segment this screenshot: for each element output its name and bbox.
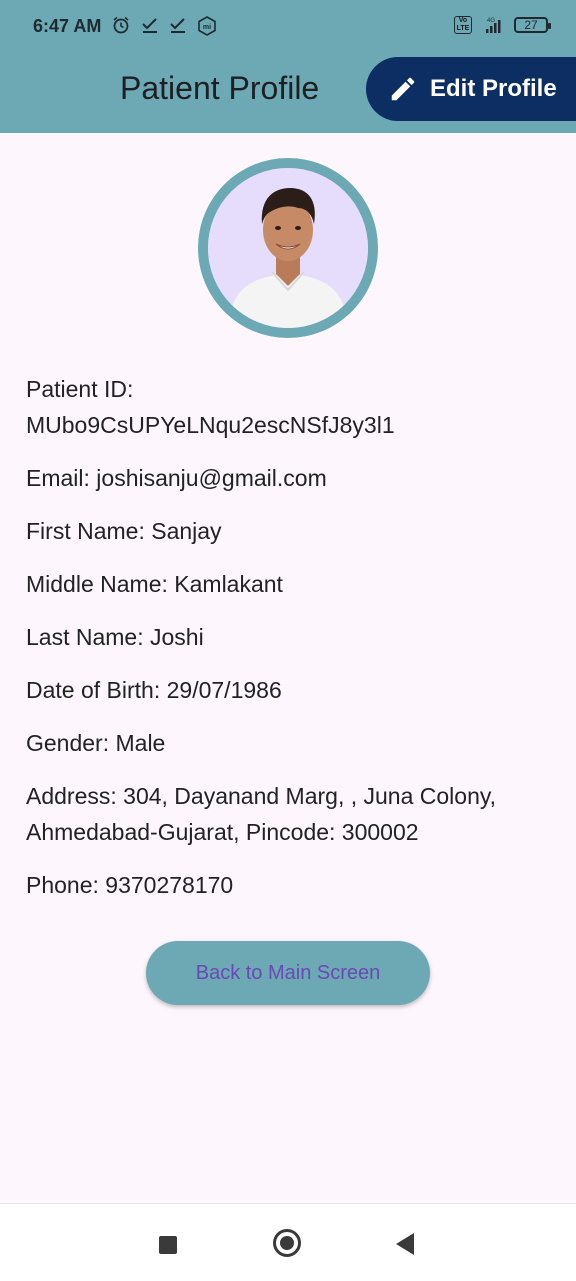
pencil-icon [391, 77, 415, 101]
phone-field: Phone: 9370278170 [26, 872, 234, 898]
email-field: Email: joshisanju@gmail.com [26, 465, 327, 491]
page-title: Patient Profile [120, 70, 320, 106]
home-icon[interactable] [273, 1229, 301, 1257]
profile-photo [208, 168, 368, 328]
patient-id-label: Patient ID: [26, 376, 134, 402]
edit-profile-button[interactable]: Edit Profile [366, 57, 576, 121]
gender-field: Gender: Male [26, 730, 166, 756]
patient-id-block: Patient ID: MUbo9CsUPYeLNqu2escNSfJ8y3l1 [26, 371, 566, 443]
patient-id-value: MUbo9CsUPYeLNqu2escNSfJ8y3l1 [26, 412, 395, 438]
middle-name-field: Middle Name: Kamlakant [26, 571, 283, 597]
system-nav-bar [0, 1203, 576, 1281]
person-photo-illustration [208, 168, 368, 328]
volte-icon: Vo LTE [454, 16, 472, 34]
address-field: Address: 304, Dayanand Marg, , Juna Colo… [26, 783, 497, 845]
task-check-icon-2 [170, 18, 185, 33]
battery-icon: 27 [514, 17, 551, 33]
back-icon[interactable] [396, 1233, 414, 1255]
avatar [198, 158, 378, 338]
signal-icon: 4G [486, 18, 501, 33]
svg-text:mi: mi [203, 24, 211, 31]
alarm-icon [113, 16, 129, 34]
dob-field: Date of Birth: 29/07/1986 [26, 677, 282, 703]
status-right: Vo LTE 4G 27 [454, 16, 551, 34]
mi-icon: mi [198, 16, 216, 36]
status-bar: 6:47 AM mi Vo LTE 4G 27 [0, 0, 576, 56]
edit-profile-label: Edit Profile [430, 75, 557, 102]
app-bar: 6:47 AM mi Vo LTE 4G 27 Patient Profile … [0, 0, 576, 133]
status-time: 6:47 AM [33, 16, 102, 36]
back-to-main-button[interactable]: Back to Main Screen [146, 941, 430, 1005]
first-name-field: First Name: Sanjay [26, 518, 222, 544]
recent-apps-icon[interactable] [159, 1236, 177, 1254]
task-check-icon [142, 18, 157, 33]
last-name-field: Last Name: Joshi [26, 624, 204, 650]
